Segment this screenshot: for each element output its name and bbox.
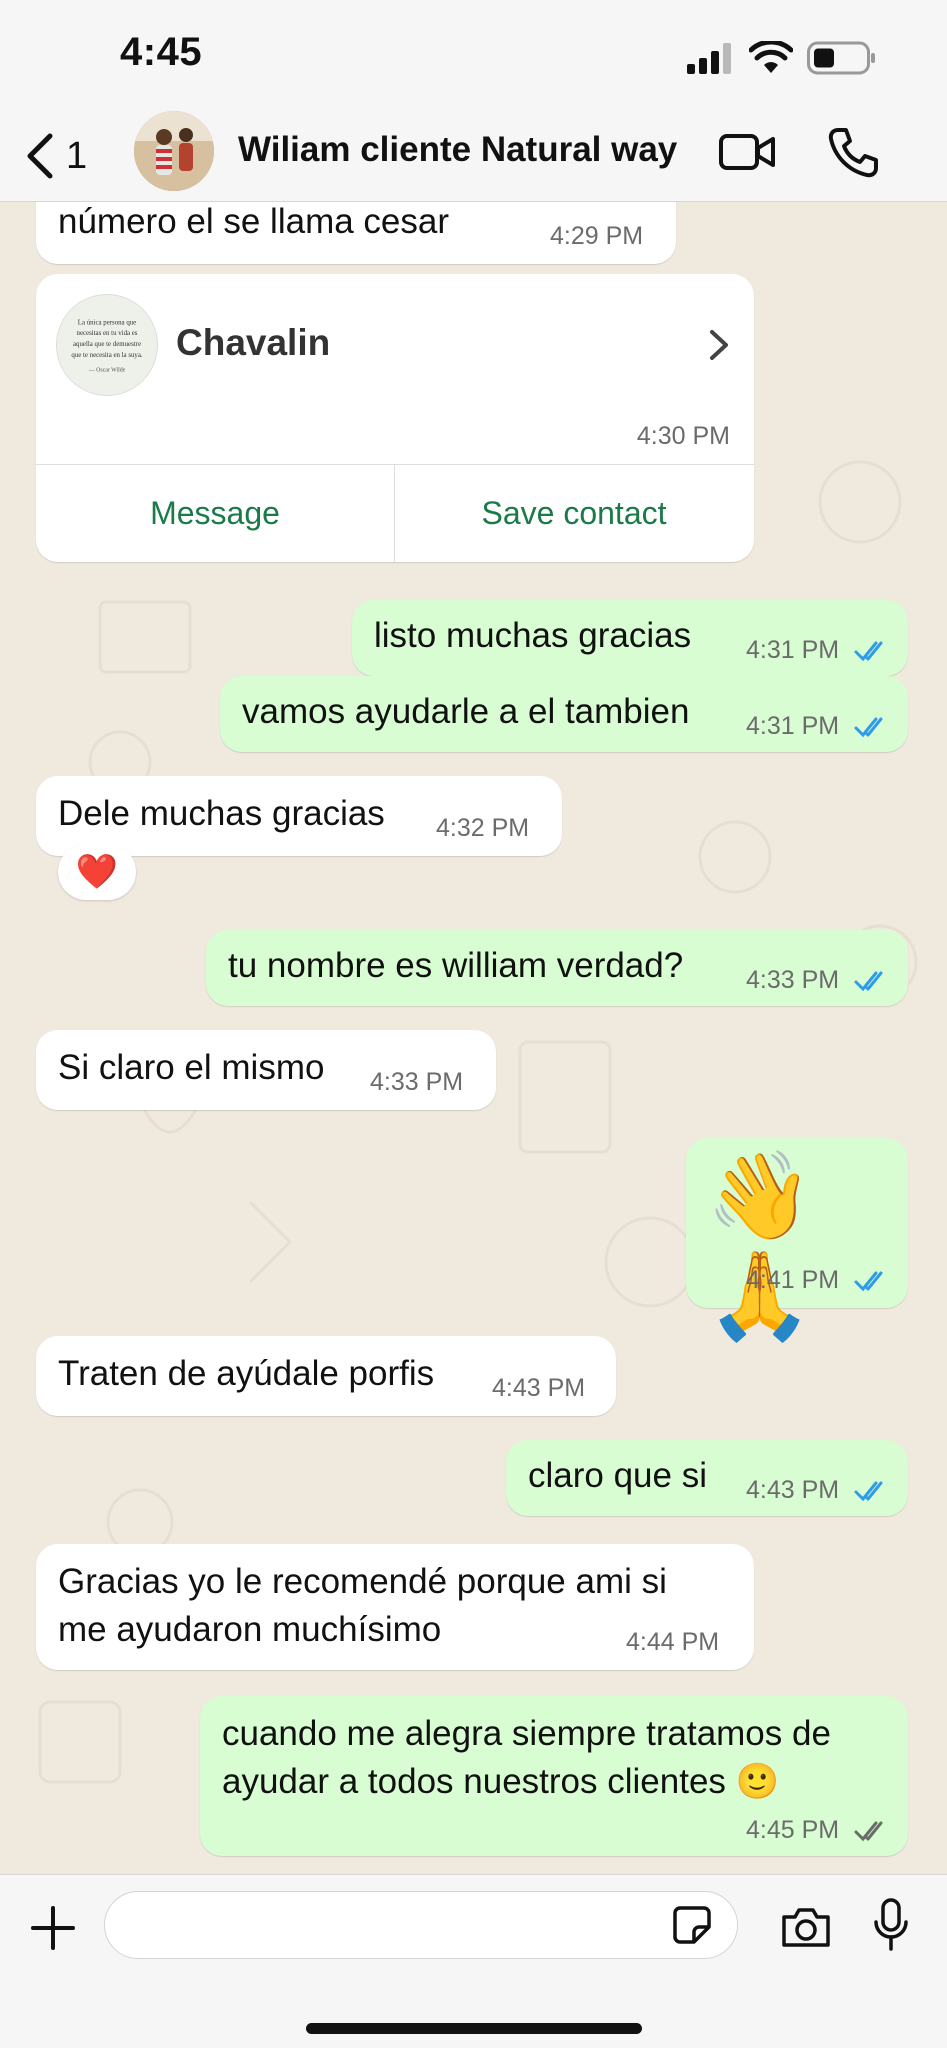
message-text: ayudar a todos nuestros clientes 🙂 [222, 1762, 780, 1801]
video-call-button[interactable] [718, 130, 776, 174]
svg-text:— Oscar Wilde: — Oscar Wilde [88, 367, 126, 373]
message-text: vamos ayudarle a el tambien [242, 692, 690, 731]
message-input[interactable] [104, 1891, 738, 1959]
message-time: 4:31 PM [746, 712, 840, 740]
wifi-icon [749, 41, 793, 73]
message-time: 4:29 PM [550, 222, 644, 250]
message-bubble-incoming[interactable]: Gracias yo le recomendé porque ami si me… [36, 1544, 754, 1670]
double-check-icon [854, 1271, 883, 1292]
svg-text:aquella que te demuestre: aquella que te demuestre [73, 341, 141, 348]
message-time: 4:32 PM [436, 814, 530, 842]
message-bubble-outgoing[interactable]: cuando me alegra siempre tratamos de ayu… [200, 1696, 908, 1856]
status-time: 4:45 [120, 30, 203, 74]
battery-icon [807, 41, 875, 75]
contact-avatar[interactable] [134, 111, 214, 191]
shared-contact-name[interactable]: Chavalin [176, 322, 330, 364]
message-bubble-incoming[interactable]: número el se llama cesar 4:29 PM [36, 202, 676, 264]
chat-area[interactable]: número el se llama cesar 4:29 PM La únic… [0, 202, 947, 1874]
shared-contact-avatar[interactable]: La única persona que necesitas en tu vid… [56, 294, 158, 396]
svg-text:La única persona que: La única persona que [78, 319, 136, 326]
plus-icon[interactable] [30, 1905, 76, 1951]
back-chevron-icon [27, 133, 53, 179]
chat-header: 1 Wiliam cliente Natural way [0, 110, 947, 202]
message-composer [0, 1874, 947, 2048]
message-text: Si claro el mismo [58, 1048, 325, 1087]
contact-card[interactable]: La única persona que necesitas en tu vid… [36, 274, 754, 562]
message-bubble-outgoing[interactable]: claro que si 4:43 PM [506, 1440, 908, 1516]
message-text: número el se llama cesar [58, 202, 449, 241]
message-bubble-outgoing[interactable]: 👋🙏 4:41 PM [686, 1138, 908, 1344]
double-check-icon [854, 641, 883, 662]
message-contact-button[interactable]: Message [36, 464, 394, 562]
video-call-icon [719, 134, 775, 170]
heart-icon: ❤️ [75, 853, 119, 891]
double-check-icon [854, 1481, 883, 1502]
svg-text:que te necesita en la suya.: que te necesita en la suya. [71, 352, 143, 359]
double-check-icon [854, 717, 883, 738]
svg-text:necesitas en tu vida es: necesitas en tu vida es [77, 330, 138, 337]
message-text: me ayudaron muchísimo [58, 1610, 442, 1649]
contact-name[interactable]: Wiliam cliente Natural way [238, 130, 677, 170]
message-time: 4:33 PM [746, 966, 840, 994]
message-text: Gracias yo le recomendé porque ami si [58, 1562, 667, 1601]
message-emoji: 👋🙏 [706, 1148, 814, 1344]
save-contact-button[interactable]: Save contact [395, 464, 753, 562]
back-button[interactable]: 1 [24, 128, 87, 184]
message-text: claro que si [528, 1456, 707, 1495]
message-text: tu nombre es william verdad? [228, 946, 684, 985]
message-bubble-incoming[interactable]: Si claro el mismo 4:33 PM [36, 1030, 496, 1110]
signal-icon [687, 43, 731, 74]
double-check-icon [854, 1821, 883, 1842]
sticker-icon[interactable] [672, 1905, 712, 1945]
camera-icon[interactable] [780, 1905, 832, 1949]
message-text: Dele muchas gracias [58, 794, 385, 833]
message-time: 4:43 PM [746, 1476, 840, 1504]
double-check-icon [854, 971, 883, 992]
message-time: 4:45 PM [746, 1816, 840, 1844]
message-time: 4:43 PM [492, 1374, 586, 1402]
microphone-icon[interactable] [872, 1897, 910, 1953]
message-time: 4:31 PM [746, 636, 840, 664]
home-indicator [306, 2023, 642, 2034]
voice-call-button[interactable] [826, 126, 880, 180]
message-bubble-incoming[interactable]: Traten de ayúdale porfis 4:43 PM [36, 1336, 616, 1416]
message-time: 4:33 PM [370, 1068, 464, 1096]
message-time: 4:44 PM [626, 1628, 720, 1656]
message-text: Traten de ayúdale porfis [58, 1354, 435, 1393]
status-bar: 4:45 [0, 0, 947, 110]
message-text: listo muchas gracias [374, 616, 692, 655]
message-time: 4:30 PM [636, 422, 730, 450]
message-bubble-outgoing[interactable]: listo muchas gracias 4:31 PM [352, 600, 908, 676]
unread-count: 1 [66, 134, 88, 177]
chevron-right-icon[interactable] [706, 328, 732, 362]
phone-icon [828, 128, 878, 178]
message-bubble-outgoing[interactable]: tu nombre es william verdad? 4:33 PM [206, 930, 908, 1006]
message-time: 4:41 PM [746, 1266, 840, 1294]
message-bubble-outgoing[interactable]: vamos ayudarle a el tambien 4:31 PM [220, 676, 908, 752]
status-icons [687, 38, 877, 78]
message-reaction[interactable]: ❤️ [58, 844, 136, 900]
message-text: cuando me alegra siempre tratamos de [222, 1714, 831, 1753]
